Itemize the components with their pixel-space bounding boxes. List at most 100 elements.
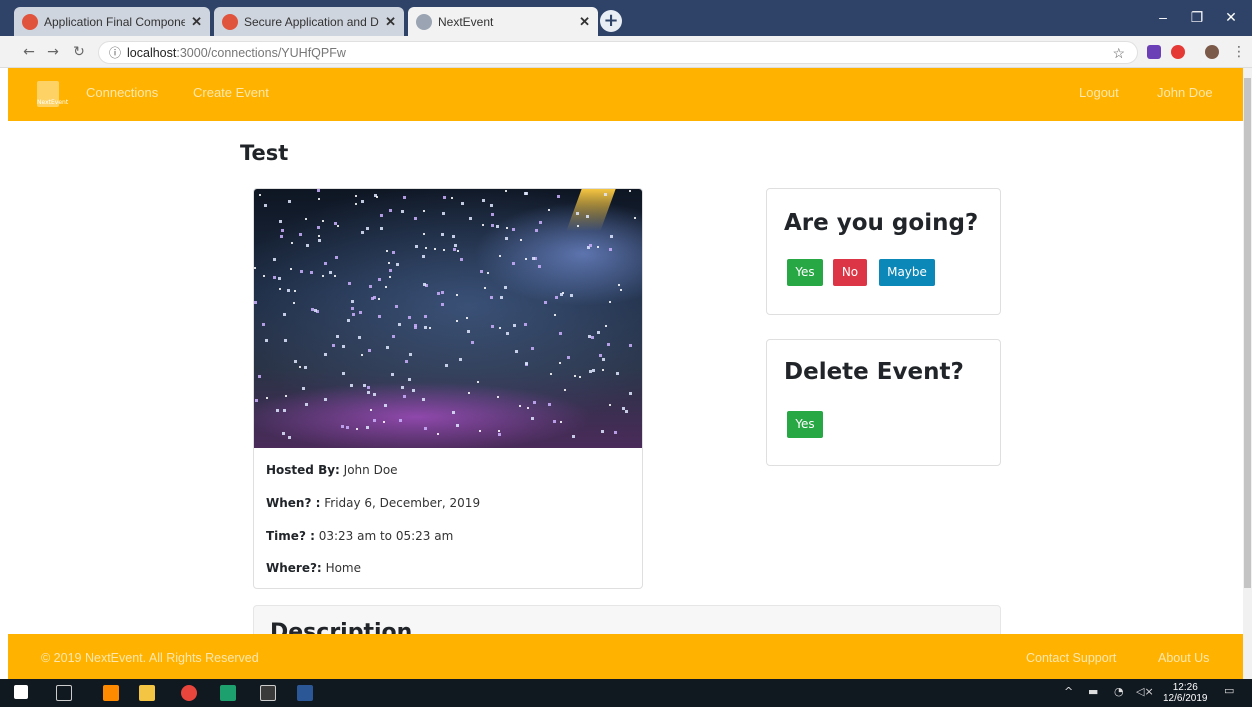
profile-avatar-icon[interactable] (1205, 45, 1219, 59)
confetti-particle (525, 258, 527, 260)
confetti-particle (609, 404, 611, 406)
info-icon[interactable]: ⓘ (109, 44, 121, 61)
wifi-icon[interactable]: ◔ (1114, 685, 1124, 698)
confetti-particle (622, 407, 625, 410)
confetti-particle (422, 398, 425, 401)
confetti-particle (355, 203, 357, 205)
confetti-particle (554, 314, 556, 316)
confetti-particle (498, 433, 501, 436)
confetti-particle (588, 335, 591, 338)
confetti-particle (422, 255, 425, 258)
nav-link-create-event[interactable]: Create Event (193, 85, 269, 100)
close-icon[interactable]: ✕ (579, 14, 590, 30)
new-tab-button[interactable]: + (600, 10, 622, 32)
when-label: When? : (266, 496, 321, 510)
confetti-particle (459, 358, 462, 361)
confetti-particle (281, 229, 284, 232)
tray-chevron-icon[interactable]: ^ (1064, 685, 1073, 698)
browser-tab-bar: Application Final Component: 20 ✕ Secure… (0, 0, 1252, 36)
confetti-particle (276, 409, 279, 412)
address-bar[interactable]: ⓘ localhost:3000/connections/YUHfQPFw ☆ (98, 41, 1138, 64)
forward-icon[interactable]: → (42, 42, 64, 62)
extension-icon[interactable] (1171, 45, 1185, 59)
confetti-particle (324, 262, 327, 265)
confetti-particle (293, 302, 295, 304)
nav-link-connections[interactable]: Connections (86, 85, 158, 100)
extension-icon[interactable] (1147, 45, 1161, 59)
volume-icon[interactable]: ◁× (1136, 685, 1154, 698)
confetti-particle (424, 315, 427, 318)
back-icon[interactable]: ← (18, 42, 40, 62)
confetti-particle (355, 195, 357, 197)
confetti-particle (378, 298, 380, 300)
confetti-particle (285, 395, 287, 397)
confetti-particle (602, 369, 604, 371)
taskbar-clock[interactable]: 12:26 12/6/2019 (1163, 682, 1208, 704)
rsvp-maybe-button[interactable]: Maybe (879, 259, 935, 286)
confetti-particle (424, 427, 427, 430)
confetti-particle (564, 389, 566, 391)
nav-link-user[interactable]: John Doe (1157, 85, 1213, 100)
confetti-particle (322, 275, 324, 277)
delete-yes-button[interactable]: Yes (787, 411, 823, 438)
browser-tab[interactable]: Secure Application and Data Vali ✕ (214, 7, 404, 36)
terminal-icon[interactable] (260, 685, 276, 701)
minimize-icon[interactable]: – (1148, 4, 1178, 30)
reload-icon[interactable]: ↻ (68, 42, 90, 62)
page-scrollbar[interactable] (1243, 68, 1252, 679)
confetti-particle (451, 197, 453, 199)
confetti-particle (322, 220, 324, 222)
windows-start-icon[interactable] (14, 685, 28, 699)
confetti-particle (487, 272, 489, 274)
browser-tab-active[interactable]: NextEvent ✕ (408, 7, 598, 36)
window-close-icon[interactable]: ✕ (1216, 4, 1246, 30)
network-icon[interactable]: ▬ (1088, 685, 1098, 698)
confetti-particle (437, 433, 439, 435)
confetti-particle (337, 225, 339, 227)
file-explorer-icon[interactable] (139, 685, 155, 701)
confetti-particle (538, 265, 541, 268)
confetti-particle (479, 430, 481, 432)
notifications-icon[interactable]: ▭ (1224, 684, 1234, 697)
footer-link-about-us[interactable]: About Us (1158, 651, 1209, 665)
confetti-particle (380, 227, 383, 230)
rsvp-yes-button[interactable]: Yes (787, 259, 823, 286)
scrollbar-thumb[interactable] (1244, 78, 1251, 588)
confetti-particle (291, 242, 293, 244)
tab-favicon-icon (22, 13, 38, 30)
confetti-particle (366, 426, 369, 429)
confetti-particle (504, 286, 507, 289)
confetti-particle (423, 233, 425, 235)
chrome-icon[interactable] (181, 685, 197, 701)
close-icon[interactable]: ✕ (191, 14, 202, 30)
footer-link-contact-support[interactable]: Contact Support (1026, 651, 1116, 665)
rsvp-no-button[interactable]: No (833, 259, 867, 286)
bookmark-star-icon[interactable]: ☆ (1112, 45, 1125, 62)
nav-link-logout[interactable]: Logout (1079, 85, 1119, 100)
url-host: localhost (127, 45, 177, 60)
confetti-particle (468, 392, 470, 394)
confetti-particle (497, 396, 499, 398)
confetti-particle (452, 411, 455, 414)
confetti-particle (525, 362, 528, 365)
confetti-particle (350, 384, 353, 387)
confetti-particle (283, 409, 286, 412)
brand-logo[interactable]: NextEvent (37, 81, 68, 107)
confetti-particle (254, 267, 256, 269)
confetti-particle (490, 296, 493, 299)
menu-icon[interactable]: ⋮ (1228, 42, 1250, 62)
confetti-particle (370, 409, 372, 411)
confetti-particle (586, 215, 589, 218)
confetti-particle (496, 225, 499, 228)
task-view-icon[interactable] (56, 685, 72, 701)
word-icon[interactable] (297, 685, 313, 701)
browser-tab[interactable]: Application Final Component: 20 ✕ (14, 7, 210, 36)
confetti-particle (368, 349, 371, 352)
confetti-particle (366, 227, 369, 230)
confetti-particle (414, 324, 417, 327)
sublime-text-icon[interactable] (103, 685, 119, 701)
close-icon[interactable]: ✕ (385, 14, 396, 30)
restore-icon[interactable]: ❐ (1182, 4, 1212, 30)
confetti-particle (294, 360, 297, 363)
webstorm-icon[interactable] (220, 685, 236, 701)
